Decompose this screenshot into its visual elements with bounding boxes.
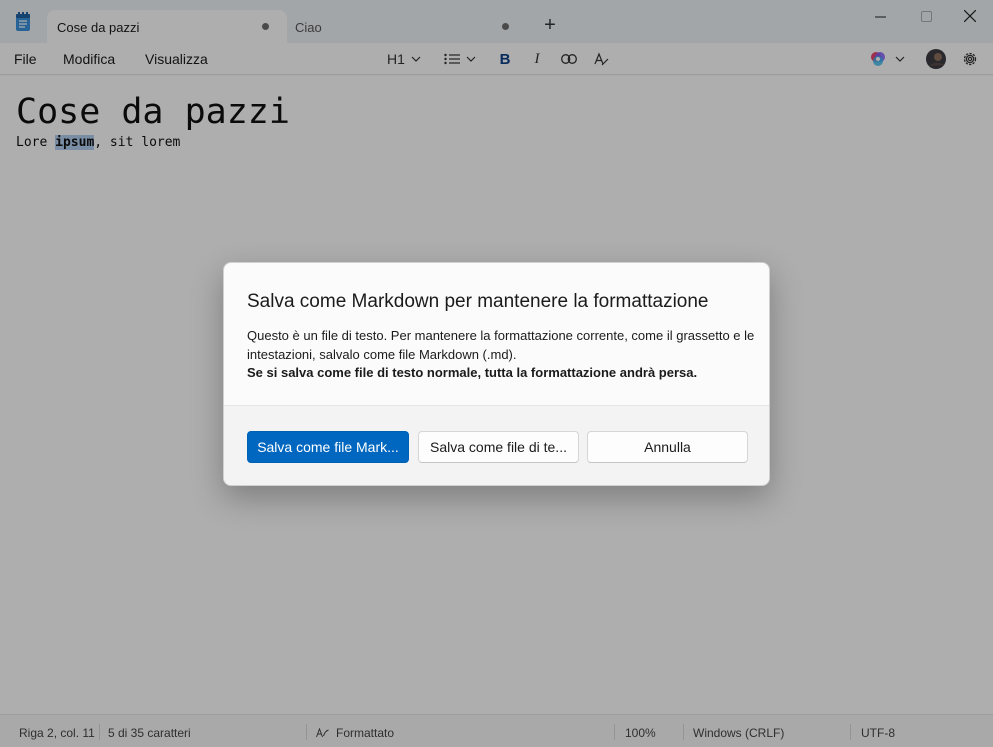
save-as-markdown-button[interactable]: Salva come file Mark...	[247, 431, 409, 463]
save-as-text-button[interactable]: Salva come file di te...	[418, 431, 579, 463]
dialog-warning: Se si salva come file di testo normale, …	[247, 365, 698, 380]
dialog-footer: Salva come file Mark... Salva come file …	[224, 405, 769, 485]
save-as-markdown-dialog: Salva come Markdown per mantenere la for…	[223, 262, 770, 486]
dialog-body: Questo è un file di testo. Per mantenere…	[247, 327, 757, 383]
cancel-button[interactable]: Annulla	[587, 431, 748, 463]
dialog-message: Questo è un file di testo. Per mantenere…	[247, 328, 755, 362]
dialog-title: Salva come Markdown per mantenere la for…	[247, 291, 709, 312]
